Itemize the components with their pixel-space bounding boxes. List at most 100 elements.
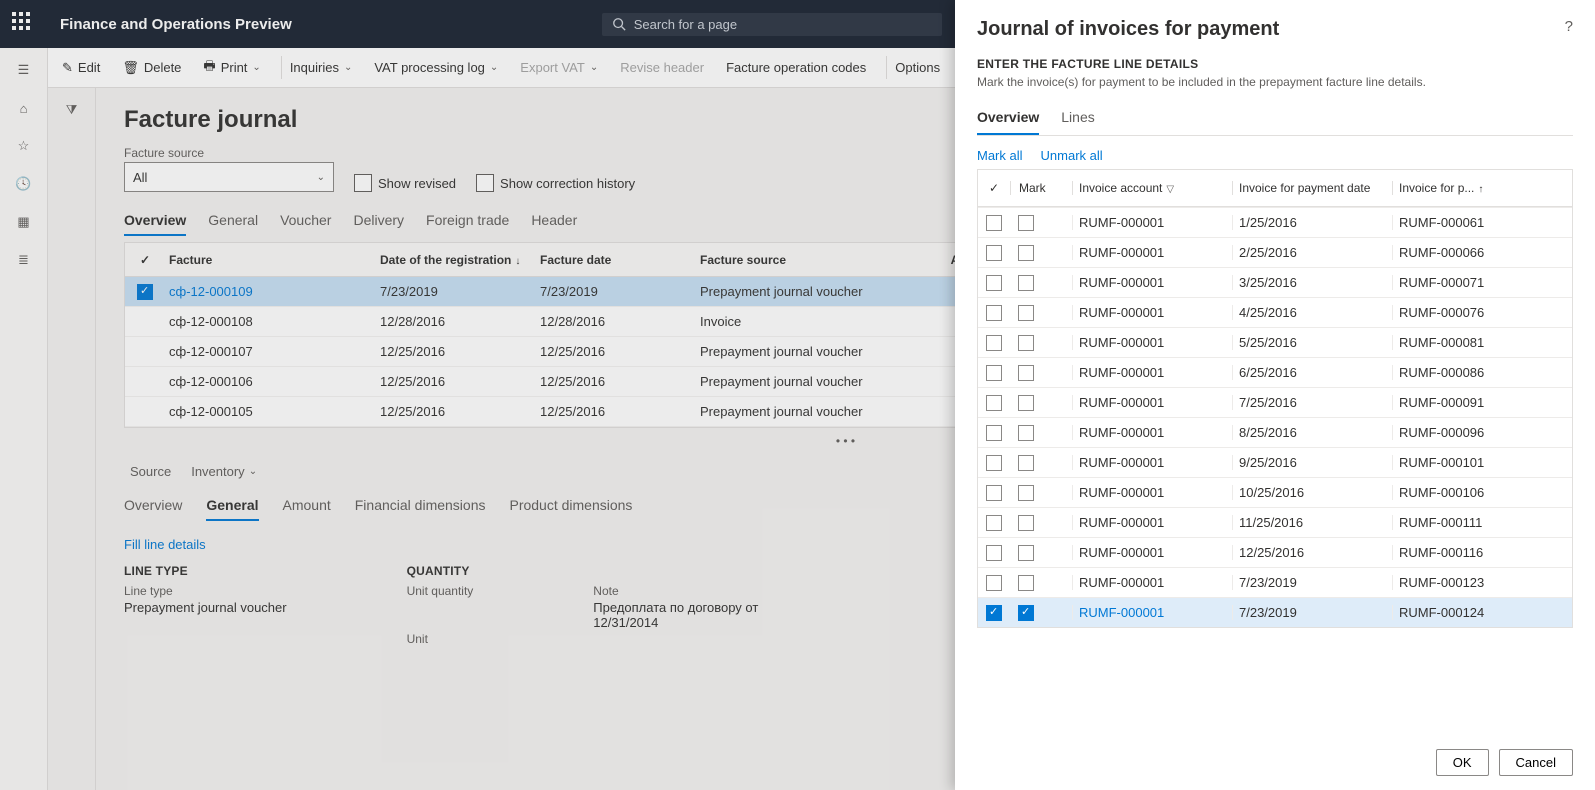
row-select-checkbox[interactable] — [978, 424, 1010, 441]
table-row[interactable]: RUMF-00000110/25/2016RUMF-000106 — [978, 477, 1572, 507]
row-select-checkbox[interactable] — [978, 394, 1010, 411]
tab-header[interactable]: Header — [531, 206, 577, 236]
filter-icon: ▽ — [1166, 184, 1174, 195]
invoice-payment-cell: RUMF-000096 — [1392, 425, 1542, 440]
inquiries-label: Inquiries — [290, 60, 339, 75]
col-mark[interactable]: Mark — [1010, 181, 1072, 195]
table-row[interactable]: RUMF-0000017/25/2016RUMF-000091 — [978, 387, 1572, 417]
print-button[interactable]: 🖶 Print ⌄ — [199, 53, 264, 83]
mark-checkbox[interactable] — [1010, 364, 1072, 381]
workspaces-icon[interactable]: ▦ — [14, 212, 34, 232]
vat-processing-log-menu[interactable]: VAT processing log ⌄ — [370, 56, 502, 79]
tab-foreign-trade[interactable]: Foreign trade — [426, 206, 509, 236]
delete-button[interactable]: 🗑 Delete — [118, 56, 185, 80]
table-row[interactable]: RUMF-0000014/25/2016RUMF-000076 — [978, 297, 1572, 327]
mark-checkbox[interactable] — [1010, 484, 1072, 501]
row-select-checkbox[interactable] — [978, 274, 1010, 291]
row-select-checkbox[interactable] — [978, 304, 1010, 321]
unmark-all-link[interactable]: Unmark all — [1041, 148, 1103, 163]
table-row[interactable]: RUMF-0000017/23/2019RUMF-000123 — [978, 567, 1572, 597]
col-facture-source[interactable]: Facture source — [700, 253, 930, 267]
table-row[interactable]: RUMF-00000112/25/2016RUMF-000116 — [978, 537, 1572, 567]
show-revised-checkbox[interactable]: Show revised — [354, 174, 456, 192]
fill-line-details-link[interactable]: Fill line details — [124, 537, 206, 552]
subtab-product-dimensions[interactable]: Product dimensions — [509, 491, 632, 521]
row-select-checkbox[interactable] — [978, 244, 1010, 261]
col-registration-date[interactable]: Date of the registration↓ — [380, 253, 540, 267]
hamburger-icon[interactable]: ☰ — [14, 60, 34, 80]
tab-general[interactable]: General — [208, 206, 258, 236]
modules-icon[interactable]: ≣ — [14, 250, 34, 270]
facture-source-dropdown[interactable]: All ⌄ — [124, 162, 334, 192]
mark-checkbox[interactable] — [1010, 304, 1072, 321]
row-select-checkbox[interactable] — [978, 214, 1010, 231]
subtab-general[interactable]: General — [206, 491, 258, 521]
table-row[interactable]: RUMF-0000016/25/2016RUMF-000086 — [978, 357, 1572, 387]
col-invoice-account[interactable]: Invoice account▽ — [1072, 181, 1232, 195]
facture-operation-codes-button[interactable]: Facture operation codes — [722, 56, 870, 79]
col-invoice-date[interactable]: Invoice for payment date — [1232, 181, 1392, 195]
mark-checkbox[interactable] — [1010, 424, 1072, 441]
help-icon[interactable]: ? — [1565, 18, 1573, 35]
row-select-checkbox[interactable] — [978, 574, 1010, 591]
home-icon[interactable]: ⌂ — [14, 98, 34, 118]
table-row[interactable]: RUMF-0000018/25/2016RUMF-000096 — [978, 417, 1572, 447]
panel-tab-lines[interactable]: Lines — [1061, 103, 1094, 135]
subtab-financial-dimensions[interactable]: Financial dimensions — [355, 491, 486, 521]
row-select-checkbox[interactable] — [978, 454, 1010, 471]
inventory-menu[interactable]: Inventory ⌄ — [185, 460, 263, 483]
inquiries-menu[interactable]: Inquiries ⌄ — [281, 56, 357, 79]
col-invoice-for-payment[interactable]: Invoice for p...↑ — [1392, 181, 1542, 195]
select-all-checkbox[interactable]: ✓ — [125, 253, 165, 267]
show-correction-checkbox[interactable]: Show correction history — [476, 174, 635, 192]
invoice-account-cell: RUMF-000001 — [1072, 545, 1232, 560]
mark-checkbox[interactable] — [1010, 394, 1072, 411]
table-row[interactable]: RUMF-0000019/25/2016RUMF-000101 — [978, 447, 1572, 477]
mark-checkbox[interactable] — [1010, 574, 1072, 591]
regdate-cell: 12/28/2016 — [380, 314, 540, 329]
mark-all-link[interactable]: Mark all — [977, 148, 1023, 163]
cancel-button[interactable]: Cancel — [1499, 749, 1573, 776]
row-checkbox[interactable] — [125, 283, 165, 300]
mark-checkbox[interactable] — [1010, 214, 1072, 231]
facture-cell: сф-12-000109 — [165, 284, 380, 299]
mark-checkbox[interactable] — [1010, 334, 1072, 351]
favorites-icon[interactable]: ☆ — [14, 136, 34, 156]
row-select-checkbox[interactable] — [978, 484, 1010, 501]
col-facture-date[interactable]: Facture date — [540, 253, 700, 267]
table-row[interactable]: RUMF-0000011/25/2016RUMF-000061 — [978, 207, 1572, 237]
row-select-checkbox[interactable] — [978, 364, 1010, 381]
tab-delivery[interactable]: Delivery — [353, 206, 404, 236]
panel-tab-overview[interactable]: Overview — [977, 103, 1039, 135]
edit-button[interactable]: ✎ Edit — [58, 56, 104, 80]
select-all-checkbox[interactable]: ✓ — [978, 181, 1010, 195]
table-row[interactable]: RUMF-0000015/25/2016RUMF-000081 — [978, 327, 1572, 357]
global-search[interactable]: Search for a page — [602, 13, 942, 36]
row-select-checkbox[interactable] — [978, 544, 1010, 561]
table-row[interactable]: RUMF-00000111/25/2016RUMF-000111 — [978, 507, 1572, 537]
options-menu[interactable]: Options — [886, 56, 944, 79]
tab-overview[interactable]: Overview — [124, 206, 186, 236]
mark-checkbox[interactable] — [1010, 454, 1072, 471]
app-launcher-icon[interactable] — [12, 12, 36, 36]
filter-icon[interactable]: ⧩ — [66, 102, 78, 117]
mark-checkbox[interactable] — [1010, 244, 1072, 261]
subtab-overview[interactable]: Overview — [124, 491, 182, 521]
mark-checkbox[interactable] — [1010, 274, 1072, 291]
subtab-amount[interactable]: Amount — [283, 491, 331, 521]
tab-voucher[interactable]: Voucher — [280, 206, 331, 236]
mark-checkbox[interactable] — [1010, 544, 1072, 561]
row-select-checkbox[interactable] — [978, 514, 1010, 531]
source-button[interactable]: Source — [124, 460, 177, 483]
row-select-checkbox[interactable] — [978, 334, 1010, 351]
table-row[interactable]: RUMF-0000017/23/2019RUMF-000124 — [978, 597, 1572, 627]
table-row[interactable]: RUMF-0000013/25/2016RUMF-000071 — [978, 267, 1572, 297]
col-facture[interactable]: Facture — [165, 253, 380, 267]
mark-checkbox[interactable] — [1010, 514, 1072, 531]
invoice-account-cell: RUMF-000001 — [1072, 455, 1232, 470]
recent-icon[interactable]: 🕓 — [14, 174, 34, 194]
table-row[interactable]: RUMF-0000012/25/2016RUMF-000066 — [978, 237, 1572, 267]
ok-button[interactable]: OK — [1436, 749, 1489, 776]
row-select-checkbox[interactable] — [978, 604, 1010, 621]
mark-checkbox[interactable] — [1010, 604, 1072, 621]
